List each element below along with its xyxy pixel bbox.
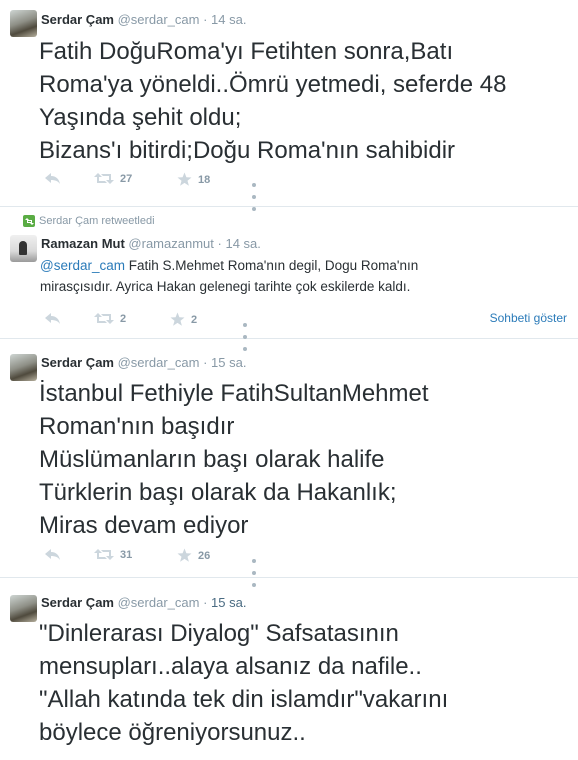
tweet-header: Serdar Çam @serdar_cam · 14 sa.: [41, 12, 247, 27]
author-handle[interactable]: @serdar_cam: [118, 12, 200, 27]
tweet-time[interactable]: 15 sa.: [211, 355, 246, 370]
author-handle[interactable]: @serdar_cam: [118, 595, 200, 610]
reply-icon: [45, 173, 60, 184]
retweet-icon: [94, 313, 114, 324]
favorite-count: 2: [191, 313, 198, 326]
reply-icon: [45, 549, 60, 560]
tweet[interactable]: Serdar Çam @serdar_cam · 14 sa. Fatih Do…: [0, 0, 578, 211]
tweet-text: @serdar_cam Fatih S.Mehmet Roma'nın degi…: [40, 255, 570, 297]
author-handle[interactable]: @serdar_cam: [118, 355, 200, 370]
reply-button[interactable]: [44, 172, 61, 185]
retweet-count: 27: [120, 172, 133, 185]
favorite-button[interactable]: 26: [177, 548, 210, 563]
avatar[interactable]: [10, 10, 37, 37]
mention-link[interactable]: @serdar_cam: [40, 258, 125, 273]
tweet-header: Serdar Çam @serdar_cam · 15 sa.: [41, 595, 247, 610]
tweet[interactable]: Serdar Çam @serdar_cam · 15 sa. İstanbul…: [0, 339, 578, 587]
retweet-context-text[interactable]: Serdar Çam retweetledi: [39, 215, 155, 227]
retweet-context: Serdar Çam retweetledi: [23, 215, 155, 227]
tweet-header: Serdar Çam @serdar_cam · 15 sa.: [41, 355, 247, 370]
author-name[interactable]: Serdar Çam: [41, 595, 114, 610]
reply-icon: [45, 313, 60, 324]
avatar[interactable]: [10, 595, 37, 622]
star-icon: [177, 172, 192, 186]
retweet-icon: [94, 173, 114, 184]
favorite-count: 26: [198, 549, 211, 562]
tweet-header: Ramazan Mut @ramazanmut · 14 sa.: [41, 236, 261, 251]
retweet-icon: [94, 549, 114, 560]
avatar[interactable]: [10, 354, 37, 381]
reply-button[interactable]: [44, 312, 61, 325]
tweet-text: Fatih DoğuRoma'yı Fetihten sonra,Batı Ro…: [39, 38, 507, 164]
retweet-count: 31: [120, 548, 133, 561]
show-conversation-link[interactable]: Sohbeti göster: [490, 311, 567, 325]
favorite-count: 18: [198, 173, 211, 186]
retweet-count: 2: [120, 312, 127, 325]
favorite-button[interactable]: 18: [177, 172, 210, 187]
avatar[interactable]: [10, 235, 37, 262]
author-name[interactable]: Serdar Çam: [41, 12, 114, 27]
author-name[interactable]: Ramazan Mut: [41, 236, 125, 251]
tweet-time[interactable]: 14 sa.: [211, 12, 246, 27]
retweet-badge-icon: [23, 215, 35, 227]
favorite-button[interactable]: 2: [170, 312, 197, 327]
tweet-text: "Dinlerarası Diyalog" Safsatasının mensu…: [39, 620, 449, 746]
tweet-time[interactable]: 14 sa.: [225, 236, 260, 251]
retweet-button[interactable]: 2: [94, 312, 126, 325]
reply-button[interactable]: [44, 548, 61, 561]
retweet-button[interactable]: 27: [94, 172, 132, 185]
star-icon: [170, 312, 185, 326]
tweet-time[interactable]: 15 sa.: [211, 595, 246, 610]
tweet[interactable]: Serdar Çam @serdar_cam · 15 sa. "Dinlera…: [0, 578, 578, 760]
author-handle[interactable]: @ramazanmut: [128, 236, 213, 251]
tweet-text: İstanbul Fethiyle FatihSultanMehmet Roma…: [39, 380, 429, 539]
retweet-button[interactable]: 31: [94, 548, 132, 561]
author-name[interactable]: Serdar Çam: [41, 355, 114, 370]
tweet[interactable]: Serdar Çam retweetledi Ramazan Mut @rama…: [0, 207, 578, 351]
star-icon: [177, 548, 192, 562]
